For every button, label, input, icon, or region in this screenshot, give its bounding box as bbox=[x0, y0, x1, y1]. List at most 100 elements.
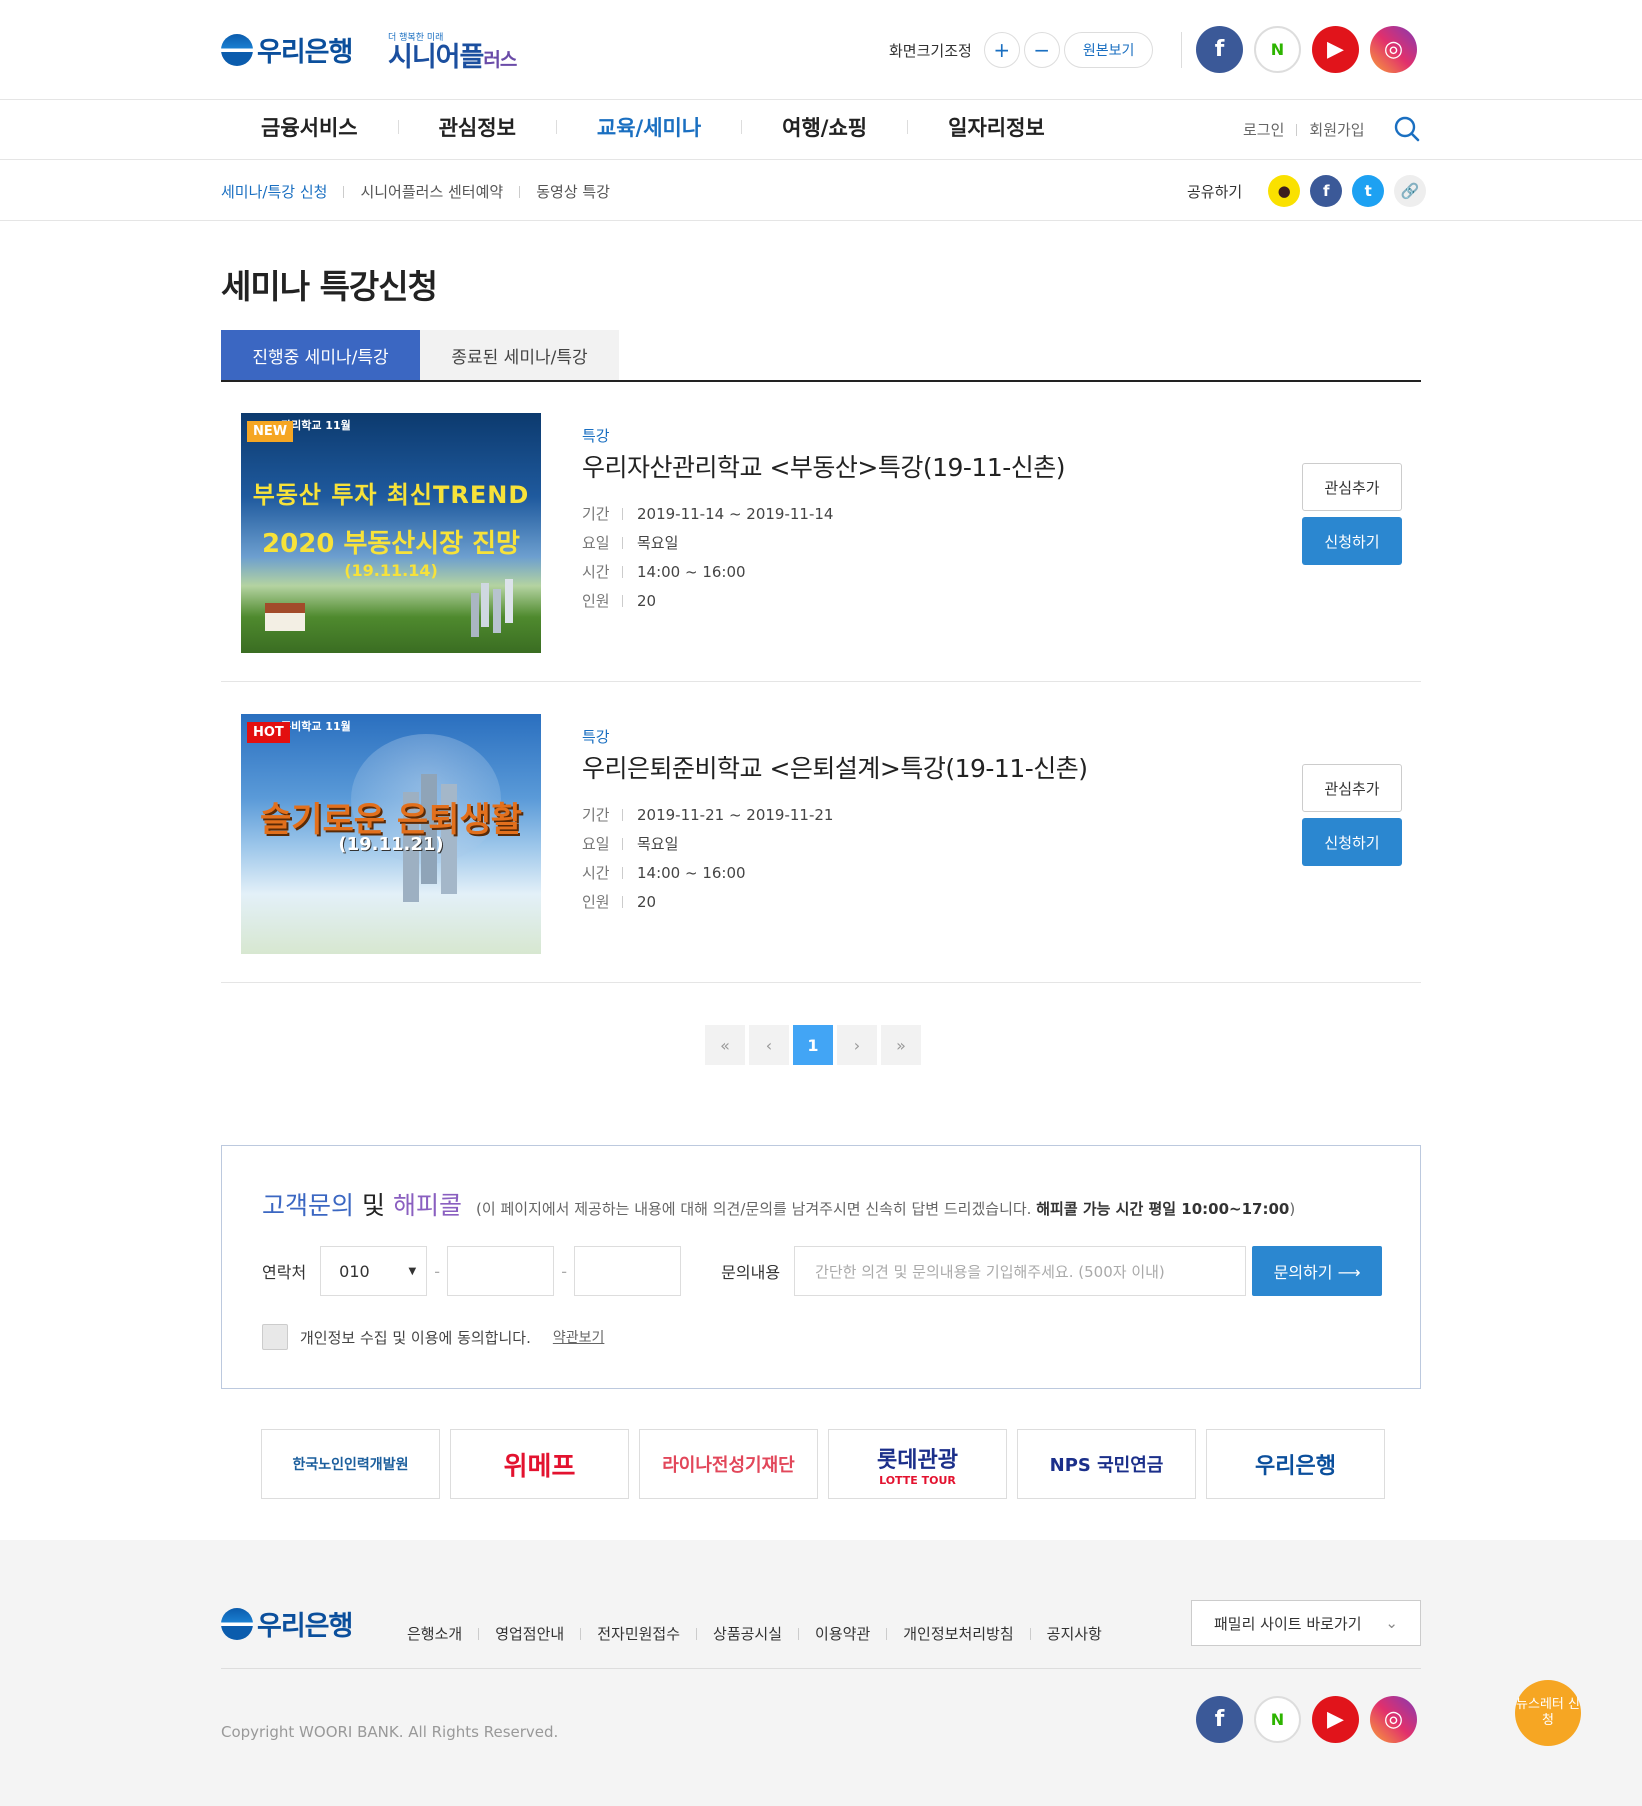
prev-page-button[interactable]: ‹ bbox=[749, 1025, 789, 1065]
partner-wemakeprice[interactable]: 위메프 bbox=[450, 1429, 629, 1499]
footer-link-complaint[interactable]: 전자민원접수 bbox=[597, 1623, 680, 1644]
senior-plus-logo[interactable]: 더 행복한 미래 시니어플러스 bbox=[388, 30, 517, 75]
seminar-thumbnail[interactable]: 준비학교 11월 HOT 슬기로운 은퇴생활 (19.11.21) bbox=[241, 714, 541, 954]
share-bar: 공유하기 ● f t 🔗 bbox=[1187, 175, 1427, 207]
twitter-share-icon[interactable]: t bbox=[1352, 175, 1385, 207]
privacy-agree-checkbox[interactable] bbox=[262, 1324, 288, 1350]
building-illustration bbox=[481, 583, 489, 627]
lnb-line bbox=[0, 220, 1642, 221]
tab-ended[interactable]: 종료된 세미나/특강 bbox=[420, 330, 619, 380]
seminar-day: 목요일 bbox=[637, 835, 679, 853]
first-page-button[interactable]: « bbox=[705, 1025, 745, 1065]
seminar-capacity: 20 bbox=[637, 892, 657, 911]
last-page-button[interactable]: » bbox=[881, 1025, 921, 1065]
copyright: Copyright WOORI BANK. All Rights Reserve… bbox=[221, 1723, 559, 1741]
instagram-icon[interactable]: ◎ bbox=[1370, 26, 1417, 73]
footer-link-notice[interactable]: 공지사항 bbox=[1047, 1623, 1102, 1644]
family-site-select[interactable]: 패밀리 사이트 바로가기 ⌄ bbox=[1191, 1600, 1421, 1646]
partner-lina[interactable]: 라이나전성기재단 bbox=[639, 1429, 818, 1499]
phone-prefix-select[interactable]: 010 ▼ bbox=[320, 1246, 428, 1296]
seminar-category: 특강 bbox=[582, 427, 610, 445]
gnb-item-interest[interactable]: 관심정보 bbox=[439, 112, 516, 142]
next-page-button[interactable]: › bbox=[837, 1025, 877, 1065]
header-line bbox=[0, 99, 1642, 100]
zoom-out-button[interactable]: − bbox=[1023, 32, 1060, 68]
login-link[interactable]: 로그인 bbox=[1243, 119, 1284, 140]
footer-nav: 은행소개 영업점안내 전자민원접수 상품공시실 이용약관 개인정보처리방침 공지… bbox=[407, 1623, 1102, 1644]
partner-nps[interactable]: NPS 국민연금 bbox=[1017, 1429, 1196, 1499]
seminar-card: 관리학교 11월 NEW 부동산 투자 최신TREND 2020 부동산시장 진… bbox=[221, 382, 1421, 682]
partner-woori-bank[interactable]: 우리은행 bbox=[1206, 1429, 1385, 1499]
seminar-card: 준비학교 11월 HOT 슬기로운 은퇴생활 (19.11.21) 특강 우리은… bbox=[221, 683, 1421, 983]
seminar-info: 기간 2019-11-21 ~ 2019-11-21 요일 목요일 시간 14:00 … bbox=[582, 805, 834, 912]
woori-bank-logo[interactable]: 우리은행 bbox=[221, 30, 353, 69]
terms-link[interactable]: 약관보기 bbox=[553, 1327, 605, 1347]
link-copy-icon[interactable]: 🔗 bbox=[1394, 175, 1427, 207]
apply-button[interactable]: 신청하기 bbox=[1302, 517, 1402, 565]
seminar-tabs: 진행중 세미나/특강 종료된 세미나/특강 bbox=[221, 330, 1421, 382]
seminar-title[interactable]: 우리자산관리학교 <부동산>특강(19-11-신촌) bbox=[582, 448, 1066, 484]
footer-link-terms[interactable]: 이용약관 bbox=[815, 1623, 870, 1644]
gnb-item-travel[interactable]: 여행/쇼핑 bbox=[782, 112, 867, 142]
seminar-category: 특강 bbox=[582, 728, 610, 746]
zoom-in-button[interactable]: + bbox=[983, 32, 1020, 68]
pagination: « ‹ 1 › » bbox=[705, 1025, 925, 1065]
inquiry-box: 고객문의 및 해피콜 (이 페이지에서 제공하는 내용에 대해 의견/문의를 남… bbox=[221, 1145, 1421, 1389]
newsletter-button[interactable]: 뉴스레터 신청 bbox=[1515, 1680, 1581, 1746]
inquiry-title: 고객문의 및 해피콜 (이 페이지에서 제공하는 내용에 대해 의견/문의를 남… bbox=[262, 1191, 1296, 1220]
add-interest-button[interactable]: 관심추가 bbox=[1302, 764, 1402, 812]
partner-banners: 한국노인인력개발원 위메프 라이나전성기재단 롯데관광 LOTTE TOUR NP… bbox=[261, 1429, 1395, 1499]
footer-link-branches[interactable]: 영업점안내 bbox=[495, 1623, 564, 1644]
apply-button[interactable]: 신청하기 bbox=[1302, 818, 1402, 866]
chevron-down-icon: ⌄ bbox=[1385, 1614, 1398, 1632]
footer-social-links: f N ▶ ◎ bbox=[1185, 1696, 1417, 1743]
gnb-item-education[interactable]: 교육/세미나 bbox=[597, 112, 701, 142]
header-divider bbox=[1181, 32, 1182, 68]
main-nav: 금융서비스 관심정보 교육/세미나 여행/쇼핑 일자리정보 bbox=[221, 112, 1045, 142]
seminar-title[interactable]: 우리은퇴준비학교 <은퇴설계>특강(19-11-신촌) bbox=[582, 749, 1088, 785]
seminar-time: 14:00 ~ 16:00 bbox=[637, 863, 746, 882]
woori-logo-icon bbox=[221, 1607, 253, 1640]
lnb-item-video-lecture[interactable]: 동영상 특강 bbox=[536, 181, 610, 202]
youtube-icon[interactable]: ▶ bbox=[1312, 26, 1359, 73]
zoom-reset-button[interactable]: 원본보기 bbox=[1063, 32, 1154, 68]
house-illustration bbox=[265, 603, 305, 631]
facebook-share-icon[interactable]: f bbox=[1310, 175, 1343, 207]
facebook-icon[interactable]: f bbox=[1196, 1696, 1243, 1743]
partner-kordi[interactable]: 한국노인인력개발원 bbox=[261, 1429, 440, 1499]
lnb-item-seminar-apply[interactable]: 세미나/특강 신청 bbox=[221, 181, 327, 202]
gnb-item-finance[interactable]: 금융서비스 bbox=[261, 112, 358, 142]
youtube-icon[interactable]: ▶ bbox=[1312, 1696, 1359, 1743]
seminar-time: 14:00 ~ 16:00 bbox=[637, 562, 746, 581]
partner-lotte-tour[interactable]: 롯데관광 LOTTE TOUR bbox=[828, 1429, 1007, 1499]
footer-logo[interactable]: 우리은행 bbox=[221, 1604, 353, 1643]
sub-nav: 세미나/특강 신청 시니어플러스 센터예약 동영상 특강 bbox=[221, 181, 610, 202]
lnb-item-center-reserve[interactable]: 시니어플러스 센터예약 bbox=[360, 181, 503, 202]
footer-link-products[interactable]: 상품공시실 bbox=[713, 1623, 782, 1644]
share-label: 공유하기 bbox=[1187, 182, 1243, 201]
add-interest-button[interactable]: 관심추가 bbox=[1302, 463, 1402, 511]
join-link[interactable]: 회원가입 bbox=[1309, 119, 1364, 140]
woori-logo-icon bbox=[221, 33, 253, 66]
gnb-item-jobs[interactable]: 일자리정보 bbox=[948, 112, 1045, 142]
phone-last-input[interactable] bbox=[574, 1246, 682, 1296]
footer-link-about[interactable]: 은행소개 bbox=[407, 1623, 462, 1644]
hot-badge: HOT bbox=[247, 722, 290, 743]
blog-icon[interactable]: N bbox=[1254, 26, 1301, 73]
kakaotalk-share-icon[interactable]: ● bbox=[1268, 175, 1301, 207]
search-icon[interactable] bbox=[1394, 116, 1420, 142]
blog-icon[interactable]: N bbox=[1254, 1696, 1301, 1743]
facebook-icon[interactable]: f bbox=[1196, 26, 1243, 73]
phone-middle-input[interactable] bbox=[447, 1246, 555, 1296]
util-nav: 로그인 회원가입 bbox=[1243, 119, 1365, 140]
seminar-period: 2019-11-21 ~ 2019-11-21 bbox=[637, 805, 834, 824]
instagram-icon[interactable]: ◎ bbox=[1370, 1696, 1417, 1743]
page-number-current[interactable]: 1 bbox=[793, 1025, 833, 1065]
zoom-label: 화면크기조정 bbox=[889, 41, 972, 60]
seminar-thumbnail[interactable]: 관리학교 11월 NEW 부동산 투자 최신TREND 2020 부동산시장 진… bbox=[241, 413, 541, 653]
header-social-links: f N ▶ ◎ bbox=[1185, 26, 1417, 73]
footer-link-privacy[interactable]: 개인정보처리방침 bbox=[903, 1623, 1013, 1644]
tab-ongoing[interactable]: 진행중 세미나/특강 bbox=[221, 330, 420, 380]
inquiry-content-input[interactable]: 간단한 의견 및 문의내용을 기입해주세요. (500자 이내) bbox=[794, 1246, 1247, 1296]
submit-inquiry-button[interactable]: 문의하기 ⟶ bbox=[1252, 1246, 1383, 1296]
